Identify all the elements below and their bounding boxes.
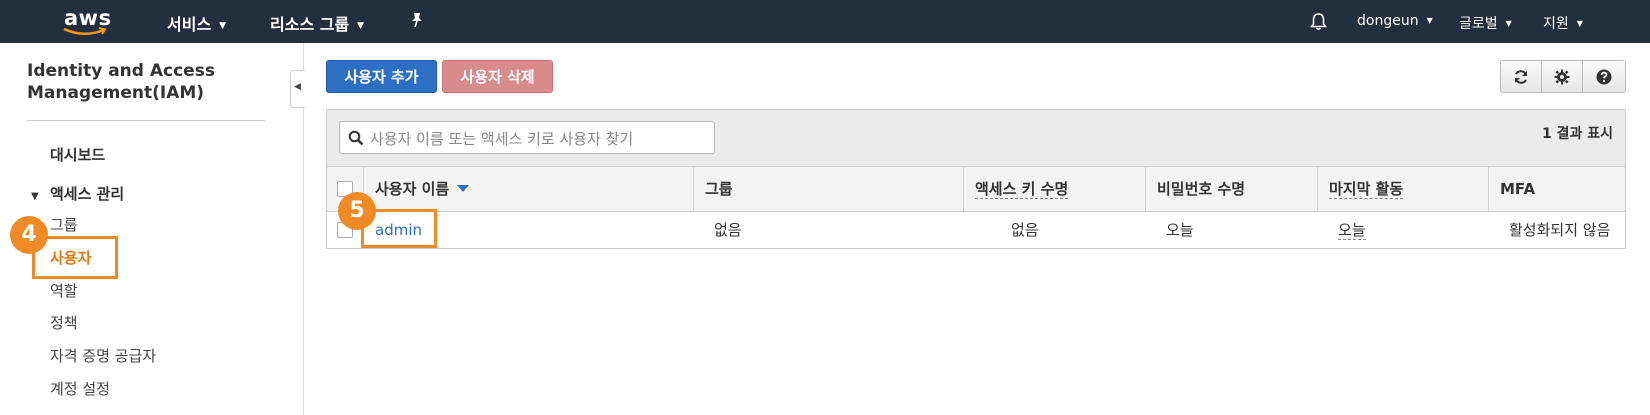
user-menu[interactable]: dongeun ▼	[1357, 13, 1433, 29]
sidebar-item-policies[interactable]: 정책	[50, 312, 78, 333]
services-menu[interactable]: 서비스 ▼	[167, 11, 226, 35]
col-username[interactable]: 사용자 이름	[363, 167, 693, 211]
region-menu[interactable]: 글로벌 ▼	[1459, 13, 1512, 33]
user-label: dongeun	[1357, 13, 1419, 29]
col-password-age[interactable]: 비밀번호 수명	[1145, 167, 1317, 211]
search-input[interactable]	[368, 126, 712, 151]
sidebar-title[interactable]: Identity and Access Management(IAM)	[27, 60, 257, 104]
table-header-bar: 1 결과 표시	[327, 110, 1625, 167]
sidebar-item-account-settings[interactable]: 계정 설정	[50, 378, 110, 399]
step-badge-4: 4	[10, 216, 48, 254]
help-button[interactable]	[1583, 61, 1624, 92]
gear-icon	[1554, 69, 1570, 85]
search-icon	[348, 130, 364, 146]
bell-icon[interactable]	[1309, 12, 1328, 35]
col-last-activity-label: 마지막 활동	[1329, 180, 1404, 199]
table-header-row: 사용자 이름 그룹 액세스 키 수명 비밀번호 수명 마지막 활동 MFA	[327, 167, 1625, 212]
col-access-key-age-label: 액세스 키 수명	[975, 180, 1069, 199]
support-label: 지원	[1543, 16, 1569, 32]
sidebar-divider	[27, 120, 265, 121]
aws-smile-icon	[63, 27, 107, 35]
sidebar-item-identity-providers[interactable]: 자격 증명 공급자	[50, 345, 156, 366]
cell-groups: 없음	[714, 221, 742, 239]
caret-down-icon: ▼	[219, 21, 227, 31]
add-user-button[interactable]: 사용자 추가	[326, 60, 437, 93]
result-count: 1 결과 표시	[1541, 126, 1613, 142]
help-icon	[1596, 69, 1611, 85]
settings-button[interactable]	[1542, 61, 1583, 92]
caret-down-icon: ▼	[1505, 19, 1512, 28]
caret-down-icon: ▼	[1576, 19, 1583, 28]
refresh-button[interactable]	[1501, 61, 1542, 92]
services-label: 서비스	[167, 15, 212, 34]
table-row[interactable]: admin 없음 없음 오늘 오늘 활성화되지 않음	[327, 212, 1625, 249]
step-badge-5: 5	[338, 192, 376, 230]
cell-access-key-age: 없음	[1011, 221, 1039, 239]
col-groups-label: 그룹	[705, 180, 733, 198]
col-username-label: 사용자 이름	[375, 180, 450, 198]
cell-mfa: 활성화되지 않음	[1509, 221, 1611, 239]
col-access-key-age[interactable]: 액세스 키 수명	[963, 167, 1145, 211]
sidebar-collapse-button[interactable]: ◀	[290, 70, 305, 108]
col-groups[interactable]: 그룹	[693, 167, 963, 211]
resource-groups-label: 리소스 그룹	[270, 15, 350, 34]
cell-password-age: 오늘	[1166, 221, 1194, 239]
resource-groups-menu[interactable]: 리소스 그룹 ▼	[270, 11, 364, 35]
region-label: 글로벌	[1459, 16, 1498, 32]
refresh-icon	[1515, 70, 1527, 84]
caret-down-icon: ▼	[1426, 16, 1433, 25]
users-table-panel: 1 결과 표시 사용자 이름 그룹 액세스 키 수명 비밀번호 수명 마지막 활…	[326, 109, 1626, 249]
col-last-activity[interactable]: 마지막 활동	[1317, 167, 1488, 211]
col-mfa[interactable]: MFA	[1488, 167, 1625, 211]
cell-last-activity: 오늘	[1338, 212, 1366, 249]
sidebar-item-dashboard[interactable]: 대시보드	[50, 144, 105, 165]
top-nav: aws 서비스 ▼ 리소스 그룹 ▼ dongeun ▼ 글로벌 ▼ 지원 ▼	[0, 0, 1650, 43]
col-password-age-label: 비밀번호 수명	[1157, 180, 1246, 198]
table-actions	[1500, 60, 1626, 93]
sidebar-group-access-management[interactable]: 액세스 관리	[50, 183, 124, 204]
sidebar-item-groups[interactable]: 그룹	[50, 214, 78, 235]
caret-down-icon: ▼	[357, 21, 365, 31]
sidebar-item-roles[interactable]: 역할	[50, 280, 78, 301]
collapse-icon: ◀	[294, 82, 301, 92]
sort-desc-icon	[457, 185, 470, 192]
pin-icon[interactable]	[410, 12, 424, 32]
search-box[interactable]	[339, 121, 715, 154]
delete-user-button[interactable]: 사용자 삭제	[442, 60, 553, 93]
last-activity-value: 오늘	[1338, 221, 1366, 240]
caret-down-icon[interactable]: ▼	[31, 191, 39, 202]
aws-logo[interactable]: aws	[62, 4, 118, 40]
col-mfa-label: MFA	[1500, 180, 1536, 198]
support-menu[interactable]: 지원 ▼	[1543, 13, 1583, 33]
